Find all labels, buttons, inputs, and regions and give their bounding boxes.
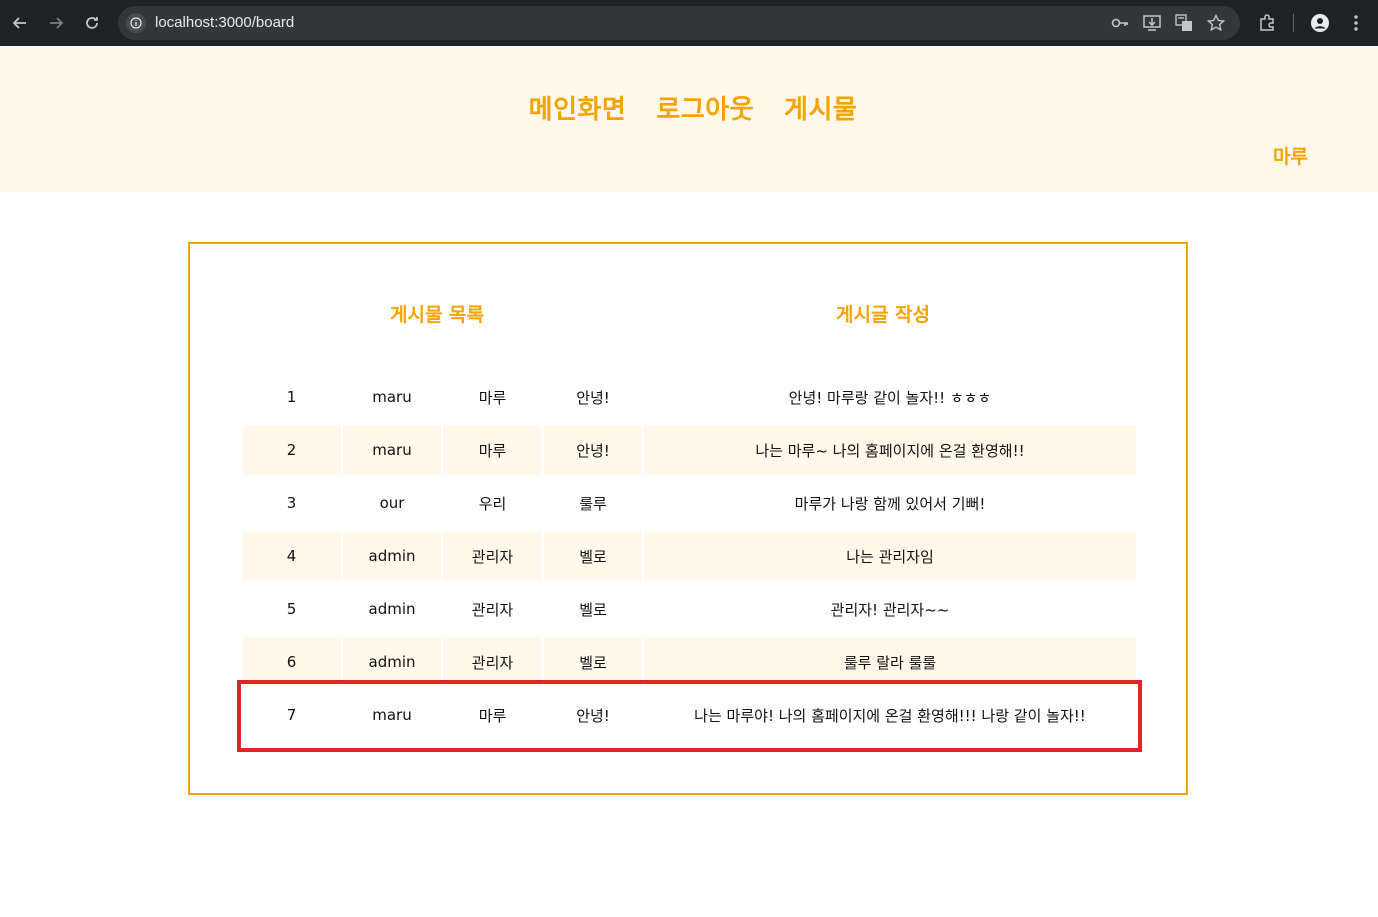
post-content: 나는 관리자임: [644, 531, 1136, 581]
post-user-id: maru: [343, 425, 441, 475]
current-user-name: 마루: [1273, 146, 1308, 168]
back-button[interactable]: [6, 9, 34, 37]
post-content: 나는 마루야! 나의 홈페이지에 온걸 환영해!!! 나랑 같이 놀자!!: [694, 706, 1086, 725]
post-content: 안녕! 마루랑 같이 놀자!! ㅎㅎㅎ: [788, 388, 992, 407]
post-title: 안녕!: [544, 425, 642, 475]
post-author: 관리자: [443, 637, 542, 687]
post-number: 1: [286, 388, 297, 406]
translate-icon[interactable]: [1174, 13, 1194, 33]
site-info-icon[interactable]: [126, 13, 146, 33]
post-title: 안녕!: [576, 388, 610, 407]
forward-button[interactable]: [42, 9, 70, 37]
post-title: 벨로: [544, 531, 642, 581]
post-title: 벨로: [579, 600, 607, 619]
post-number: 3: [286, 494, 297, 512]
tab-post-list[interactable]: 게시물 목록: [390, 300, 484, 327]
profile-avatar-icon[interactable]: [1306, 9, 1334, 37]
browser-toolbar: localhost:3000/board: [0, 0, 1378, 46]
post-table: 1 maru 마루 안녕! 안녕! 마루랑 같이 놀자!! ㅎㅎㅎ 2 maru…: [242, 372, 1136, 743]
post-number: 4: [242, 531, 341, 581]
url-text: localhost:3000/board: [155, 14, 295, 31]
table-row[interactable]: 7 maru 마루 안녕! 나는 마루야! 나의 홈페이지에 온걸 환영해!!!…: [242, 690, 1136, 740]
table-row[interactable]: 2 maru 마루 안녕! 나는 마루~ 나의 홈페이지에 온걸 환영해!!: [242, 425, 1136, 475]
post-title: 안녕!: [576, 706, 610, 725]
table-row[interactable]: 4 admin 관리자 벨로 나는 관리자임: [242, 531, 1136, 581]
back-arrow-icon: [12, 17, 26, 29]
post-author: 우리: [478, 494, 507, 513]
post-content: 나는 마루~ 나의 홈페이지에 온걸 환영해!!: [644, 425, 1136, 475]
nav-logout-link[interactable]: 로그아웃: [656, 89, 754, 126]
reload-button[interactable]: [78, 9, 106, 37]
address-bar[interactable]: localhost:3000/board: [118, 6, 1240, 40]
post-title: 벨로: [544, 637, 642, 687]
table-row[interactable]: 6 admin 관리자 벨로 룰루 랄라 룰룰: [242, 637, 1136, 687]
post-user-id: admin: [368, 600, 416, 618]
post-user-id: our: [379, 494, 405, 512]
bookmark-star-icon[interactable]: [1206, 13, 1226, 33]
post-number: 6: [242, 637, 341, 687]
site-header: 메인화면 로그아웃 게시물 마루: [0, 46, 1378, 192]
post-title: 룰루: [579, 494, 607, 513]
post-author: 관리자: [443, 531, 542, 581]
table-row[interactable]: 5 admin 관리자 벨로 관리자! 관리자~~: [242, 584, 1136, 634]
tab-write-post[interactable]: 게시글 작성: [836, 300, 930, 327]
password-key-icon[interactable]: [1110, 13, 1130, 33]
toolbar-divider: [1293, 14, 1294, 32]
table-row[interactable]: 3 our 우리 룰루 마루가 나랑 함께 있어서 기뻐!: [242, 478, 1136, 528]
post-author: 마루: [478, 388, 507, 407]
post-content: 관리자! 관리자~~: [830, 600, 950, 619]
post-number: 5: [286, 600, 297, 618]
nav-home-link[interactable]: 메인화면: [529, 89, 627, 126]
post-author: 마루: [478, 706, 507, 725]
install-app-icon[interactable]: [1142, 13, 1162, 33]
nav-board-link[interactable]: 게시물: [784, 89, 857, 126]
reload-icon: [86, 17, 98, 29]
post-content: 마루가 나랑 함께 있어서 기뻐!: [794, 494, 986, 513]
post-author: 마루: [443, 425, 542, 475]
post-author: 관리자: [471, 600, 514, 619]
post-user-id: maru: [372, 706, 412, 724]
extensions-icon[interactable]: [1253, 9, 1281, 37]
kebab-menu-icon[interactable]: [1342, 9, 1370, 37]
post-number: 7: [286, 706, 297, 724]
main-nav: 메인화면 로그아웃 게시물: [0, 89, 1378, 126]
table-row[interactable]: 1 maru 마루 안녕! 안녕! 마루랑 같이 놀자!! ㅎㅎㅎ: [242, 372, 1136, 422]
board-panel: 게시물 목록 게시글 작성 1 maru 마루 안녕! 안녕! 마루랑 같이 놀…: [188, 242, 1188, 795]
post-user-id: admin: [343, 637, 441, 687]
post-user-id: admin: [343, 531, 441, 581]
post-user-id: maru: [372, 388, 412, 406]
post-content: 룰루 랄라 룰룰: [644, 637, 1136, 687]
post-number: 2: [242, 425, 341, 475]
forward-arrow-icon: [50, 17, 64, 29]
